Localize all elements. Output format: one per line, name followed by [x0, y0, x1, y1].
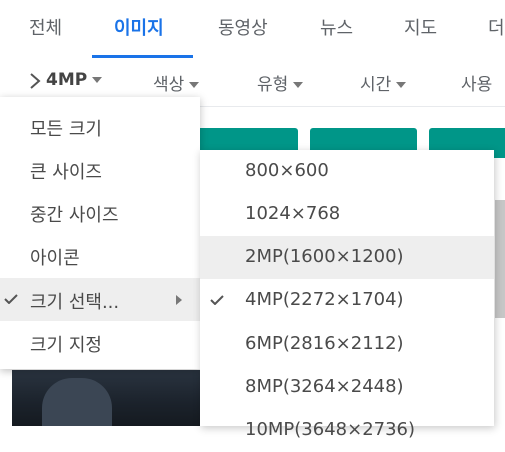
- submenu-arrow-icon: [176, 295, 182, 305]
- menu-item-label: 중간 사이즈: [30, 205, 119, 226]
- submenu-item-label: 10MP(3648×2736): [245, 419, 416, 440]
- tab-maps[interactable]: 지도: [404, 14, 437, 40]
- tab-news[interactable]: 뉴스: [320, 14, 353, 40]
- scrollbar-thumb[interactable]: [495, 200, 505, 318]
- menu-item-icon-size[interactable]: 아이콘: [0, 234, 200, 277]
- caret-down-icon: [189, 82, 200, 88]
- menu-item-label: 크기 지정: [30, 335, 102, 356]
- submenu-item-label: 2MP(1600×1200): [245, 246, 404, 267]
- result-image[interactable]: [12, 370, 200, 426]
- color-filter-label: 색상: [153, 75, 185, 95]
- submenu-item-label: 4MP(2272×1704): [245, 289, 404, 310]
- submenu-item-4mp[interactable]: 4MP(2272×1704): [200, 279, 494, 322]
- time-filter-dropdown[interactable]: 시간: [360, 70, 407, 95]
- search-tabs: 전체 이미지 동영상 뉴스 지도 더: [0, 0, 505, 58]
- caret-down-icon: [92, 77, 103, 83]
- type-filter-label: 유형: [257, 75, 289, 95]
- menu-item-medium[interactable]: 중간 사이즈: [0, 191, 200, 234]
- tab-more[interactable]: 더: [488, 14, 505, 40]
- size-filter-dropdown[interactable]: 4MP: [46, 70, 103, 90]
- size-submenu: 800×600 1024×768 2MP(1600×1200) 4MP(2272…: [200, 150, 494, 440]
- menu-item-label: 모든 크기: [30, 119, 102, 140]
- submenu-item-1024x768[interactable]: 1024×768: [200, 193, 494, 236]
- menu-item-any-size[interactable]: 모든 크기: [0, 105, 200, 148]
- submenu-item-label: 8MP(3264×2448): [245, 376, 404, 397]
- menu-item-custom-size[interactable]: 크기 지정: [0, 321, 200, 364]
- size-menu: 모든 크기 큰 사이즈 중간 사이즈 아이콘 크기 선택... 크기 지정: [0, 97, 200, 369]
- submenu-item-10mp[interactable]: 10MP(3648×2736): [200, 409, 494, 452]
- chevron-right-icon[interactable]: [28, 71, 42, 91]
- menu-item-choose-size[interactable]: 크기 선택...: [0, 278, 200, 321]
- type-filter-dropdown[interactable]: 유형: [257, 70, 304, 95]
- tab-images[interactable]: 이미지: [114, 14, 164, 40]
- time-filter-label: 시간: [360, 75, 392, 95]
- submenu-item-800x600[interactable]: 800×600: [200, 150, 494, 193]
- submenu-item-label: 1024×768: [245, 203, 341, 224]
- submenu-item-8mp[interactable]: 8MP(3264×2448): [200, 366, 494, 409]
- color-filter-dropdown[interactable]: 색상: [153, 70, 200, 95]
- checkmark-icon: [4, 294, 18, 304]
- menu-item-large[interactable]: 큰 사이즈: [0, 148, 200, 191]
- caret-down-icon: [293, 82, 304, 88]
- submenu-item-6mp[interactable]: 6MP(2816×2112): [200, 323, 494, 366]
- tab-all[interactable]: 전체: [29, 14, 62, 40]
- caret-down-icon: [396, 82, 407, 88]
- tab-videos[interactable]: 동영상: [218, 14, 268, 40]
- submenu-item-2mp[interactable]: 2MP(1600×1200): [200, 236, 494, 279]
- usage-filter-dropdown[interactable]: 사용: [461, 70, 492, 95]
- submenu-item-label: 6MP(2816×2112): [245, 333, 404, 354]
- menu-item-label: 큰 사이즈: [30, 162, 102, 183]
- usage-filter-label: 사용: [461, 75, 493, 95]
- checkmark-icon: [210, 295, 224, 305]
- menu-item-label: 크기 선택...: [30, 292, 120, 313]
- size-filter-label: 4MP: [46, 70, 88, 90]
- menu-item-label: 아이콘: [30, 248, 80, 269]
- image-content: [42, 378, 112, 426]
- submenu-item-label: 800×600: [245, 160, 329, 181]
